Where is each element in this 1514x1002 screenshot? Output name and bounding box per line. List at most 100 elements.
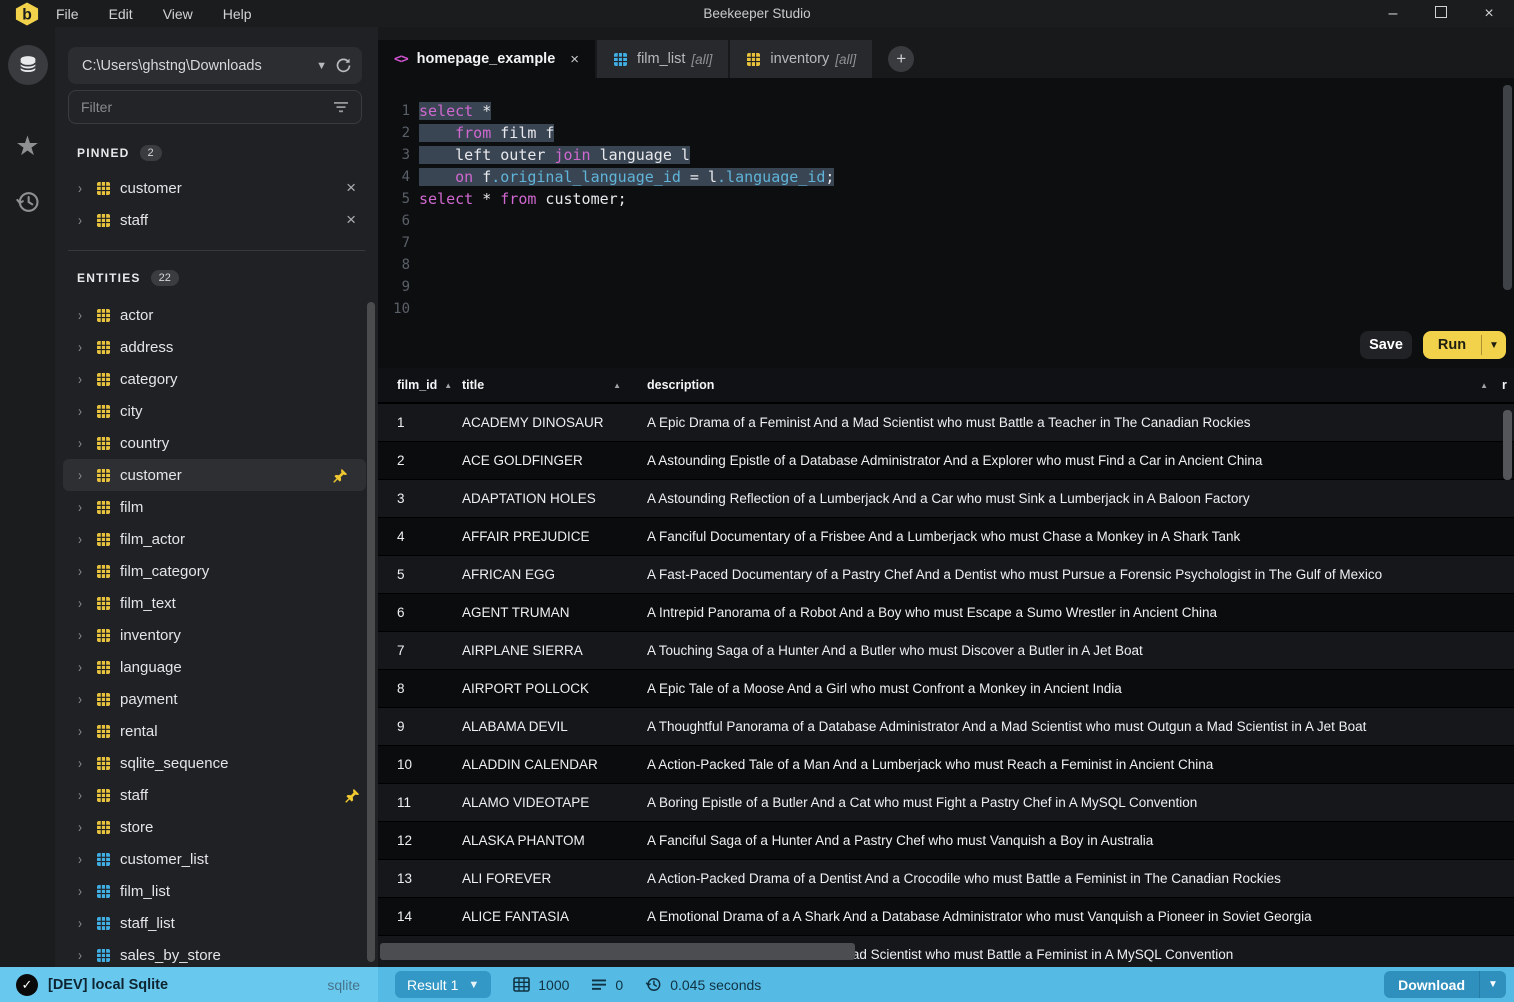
table-row[interactable]: 4 AFFAIR PREJUDICE A Fanciful Documentar… [378, 518, 1514, 556]
table-row[interactable]: 1 ACADEMY DINOSAUR A Epic Drama of a Fem… [378, 404, 1514, 442]
editor-scrollbar[interactable] [1503, 85, 1512, 290]
cell-film-id[interactable]: 6 [378, 605, 462, 620]
run-button[interactable]: Run ▼ [1423, 331, 1506, 359]
cell-description[interactable]: A Action-Packed Drama of a Dentist And a… [647, 871, 1514, 886]
entities-section-header[interactable]: ENTITIES 22 [55, 265, 378, 291]
pinned-item-customer[interactable]: › customer × [55, 172, 378, 204]
cell-title[interactable]: ALADDIN CALENDAR [462, 757, 647, 772]
cell-title[interactable]: AIRPORT POLLOCK [462, 681, 647, 696]
code-line-1[interactable]: 1 select * [378, 100, 834, 122]
chevron-right-icon[interactable]: › [78, 403, 86, 420]
pin-icon[interactable] [333, 468, 348, 483]
entity-item-country[interactable]: › country [55, 427, 378, 459]
column-header-title[interactable]: title ▲ [462, 378, 647, 392]
sort-asc-icon[interactable]: ▲ [613, 381, 621, 390]
code-line-7[interactable]: 7 [378, 232, 834, 254]
run-button-label[interactable]: Run [1423, 337, 1481, 353]
table-row[interactable]: 2 ACE GOLDFINGER A Astounding Epistle of… [378, 442, 1514, 480]
entity-item-store[interactable]: › store [55, 811, 378, 843]
chevron-right-icon[interactable]: › [78, 755, 86, 772]
cell-title[interactable]: ACE GOLDFINGER [462, 453, 647, 468]
pinned-item-staff[interactable]: › staff × [55, 204, 378, 236]
code-line-10[interactable]: 10 [378, 298, 834, 320]
chevron-right-icon[interactable]: › [78, 723, 86, 740]
cell-title[interactable]: ALABAMA DEVIL [462, 719, 647, 734]
cell-film-id[interactable]: 9 [378, 719, 462, 734]
table-row[interactable]: 8 AIRPORT POLLOCK A Epic Tale of a Moose… [378, 670, 1514, 708]
cell-title[interactable]: ACADEMY DINOSAUR [462, 415, 647, 430]
entity-item-staff_list[interactable]: › staff_list [55, 907, 378, 939]
table-row[interactable]: 3 ADAPTATION HOLES A Astounding Reflecti… [378, 480, 1514, 518]
entity-item-inventory[interactable]: › inventory [55, 619, 378, 651]
cell-title[interactable]: AGENT TRUMAN [462, 605, 647, 620]
cell-title[interactable]: ADAPTATION HOLES [462, 491, 647, 506]
code-line-4[interactable]: 4 on f.original_language_id = l.language… [378, 166, 835, 188]
chevron-right-icon[interactable]: › [78, 180, 86, 197]
cell-description[interactable]: A Emotional Drama of a A Shark And a Dat… [647, 909, 1514, 924]
entity-item-city[interactable]: › city [55, 395, 378, 427]
cell-film-id[interactable]: 7 [378, 643, 462, 658]
sidebar-scrollbar[interactable] [367, 302, 375, 962]
chevron-right-icon[interactable]: › [78, 499, 86, 516]
chevron-right-icon[interactable]: › [78, 883, 86, 900]
connection-status[interactable]: ✓ [DEV] local Sqlite sqlite [0, 967, 378, 1002]
sql-editor[interactable]: 1 select * 2 from film f3 left outer join … [378, 78, 1514, 368]
entity-item-film_list[interactable]: › film_list [55, 875, 378, 907]
cell-description[interactable]: A Thoughtful Panorama of a Database Admi… [647, 719, 1514, 734]
close-window-icon[interactable]: × [1480, 5, 1498, 22]
rail-favorites-button[interactable]: ★ [0, 133, 55, 160]
cell-title[interactable]: AFRICAN EGG [462, 567, 647, 582]
menu-view[interactable]: View [163, 6, 193, 22]
chevron-right-icon[interactable]: › [78, 659, 86, 676]
entity-item-category[interactable]: › category [55, 363, 378, 395]
table-row[interactable]: 6 AGENT TRUMAN A Intrepid Panorama of a … [378, 594, 1514, 632]
entity-item-sales_by_store[interactable]: › sales_by_store [55, 939, 378, 967]
chevron-right-icon[interactable]: › [78, 915, 86, 932]
table-row[interactable]: 10 ALADDIN CALENDAR A Action-Packed Tale… [378, 746, 1514, 784]
results-horizontal-scrollbar[interactable] [380, 943, 855, 960]
entity-item-film[interactable]: › film [55, 491, 378, 523]
chevron-right-icon[interactable]: › [78, 531, 86, 548]
cell-title[interactable]: ALASKA PHANTOM [462, 833, 647, 848]
download-dropdown-icon[interactable]: ▼ [1480, 979, 1506, 990]
save-button[interactable]: Save [1360, 331, 1412, 359]
chevron-right-icon[interactable]: › [78, 947, 86, 964]
cell-film-id[interactable]: 1 [378, 415, 462, 430]
sort-asc-icon[interactable]: ▲ [444, 381, 452, 390]
unpin-close-icon[interactable]: × [346, 210, 356, 230]
chevron-right-icon[interactable]: › [78, 467, 86, 484]
chevron-right-icon[interactable]: › [78, 691, 86, 708]
cell-description[interactable]: A Astounding Epistle of a Database Admin… [647, 453, 1514, 468]
chevron-right-icon[interactable]: › [78, 819, 86, 836]
table-row[interactable]: 13 ALI FOREVER A Action-Packed Drama of … [378, 860, 1514, 898]
tab-close-icon[interactable]: × [570, 51, 579, 68]
cell-description[interactable]: A Epic Tale of a Moose And a Girl who mu… [647, 681, 1514, 696]
chevron-right-icon[interactable]: › [78, 339, 86, 356]
new-tab-button[interactable]: + [888, 46, 915, 72]
cell-film-id[interactable]: 12 [378, 833, 462, 848]
entity-item-customer[interactable]: › customer [63, 459, 366, 491]
chevron-right-icon[interactable]: › [78, 307, 86, 324]
results-vertical-scrollbar[interactable] [1503, 410, 1512, 480]
cell-title[interactable]: ALAMO VIDEOTAPE [462, 795, 647, 810]
column-header-description[interactable]: description ▲ [647, 378, 1502, 392]
cell-title[interactable]: ALICE FANTASIA [462, 909, 647, 924]
cell-title[interactable]: AIRPLANE SIERRA [462, 643, 647, 658]
cell-film-id[interactable]: 3 [378, 491, 462, 506]
menu-file[interactable]: File [56, 6, 79, 22]
connection-dropdown[interactable]: C:\Users\ghstng\Downloads ▼ [68, 47, 362, 84]
minimize-icon[interactable]: – [1384, 5, 1402, 22]
table-row[interactable]: 14 ALICE FANTASIA A Emotional Drama of a… [378, 898, 1514, 936]
chevron-right-icon[interactable]: › [78, 851, 86, 868]
cell-description[interactable]: A Fanciful Documentary of a Frisbee And … [647, 529, 1514, 544]
chevron-right-icon[interactable]: › [78, 371, 86, 388]
entity-item-payment[interactable]: › payment [55, 683, 378, 715]
table-row[interactable]: 7 AIRPLANE SIERRA A Touching Saga of a H… [378, 632, 1514, 670]
entity-item-staff[interactable]: › staff [55, 779, 378, 811]
column-header-partial[interactable]: r [1502, 378, 1514, 392]
chevron-right-icon[interactable]: › [78, 787, 86, 804]
column-header-film_id[interactable]: film_id ▲ [378, 378, 462, 392]
code-line-3[interactable]: 3 left outer join language l [378, 144, 834, 166]
cell-film-id[interactable]: 4 [378, 529, 462, 544]
entity-item-customer_list[interactable]: › customer_list [55, 843, 378, 875]
